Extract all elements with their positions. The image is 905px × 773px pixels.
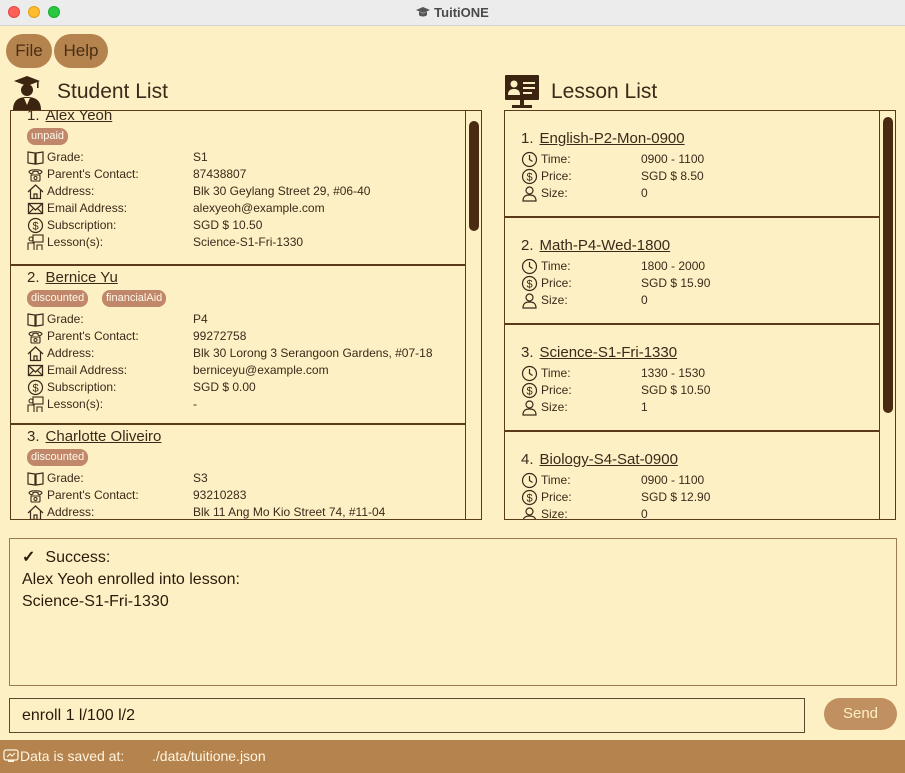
student-name: Charlotte Oliveiro <box>45 428 162 445</box>
lesson-list[interactable]: 1. English-P2-Mon-0900 Time: 0900 - 1100 P… <box>504 110 896 520</box>
student-icon <box>13 76 41 110</box>
book-icon <box>27 311 44 328</box>
phone-icon <box>27 166 44 183</box>
lesson-index: 3. <box>521 344 534 361</box>
lesson-list-scrollbar[interactable] <box>879 111 895 519</box>
book-icon <box>27 149 44 166</box>
student-card[interactable]: 3. Charlotte Oliveiro discounted Grade: S3… <box>11 425 466 520</box>
book-icon <box>27 470 44 487</box>
save-status-icon <box>3 749 19 762</box>
person-icon <box>521 399 538 416</box>
window-titlebar: TuitiONE <box>0 0 905 26</box>
lesson-name: Biology-S4-Sat-0900 <box>539 451 678 468</box>
clock-icon <box>521 258 538 275</box>
result-display: ✓ Success: Alex Yeoh enrolled into lesson… <box>9 538 897 686</box>
save-location-label: Data is saved at: <box>20 748 125 764</box>
dollar-icon <box>27 217 44 234</box>
lesson-card[interactable]: 2. Math-P4-Wed-1800 Time: 1800 - 2000 Pric… <box>505 218 879 325</box>
student-index: 3. <box>27 428 40 445</box>
phone-icon <box>27 328 44 345</box>
phone-icon <box>27 487 44 504</box>
lesson-name: Math-P4-Wed-1800 <box>539 237 671 254</box>
student-card[interactable]: 2. Bernice Yu discounted financialAid Gra… <box>11 266 466 425</box>
result-status: Success: <box>45 549 111 566</box>
person-icon <box>521 185 538 202</box>
lesson-card[interactable]: 3. Science-S1-Fri-1330 Time: 1330 - 1530 P… <box>505 325 879 432</box>
clock-icon <box>521 365 538 382</box>
student-list-header: Student List <box>10 74 480 110</box>
student-list-scrollbar[interactable] <box>465 111 481 519</box>
house-icon <box>27 183 44 200</box>
student-list[interactable]: 1. Alex Yeoh unpaid Grade: S1 Parent's Con… <box>10 110 482 520</box>
dollar-icon <box>521 489 538 506</box>
command-input[interactable]: enroll 1 l/100 l/2 <box>9 698 805 733</box>
student-card[interactable]: 1. Alex Yeoh unpaid Grade: S1 Parent's Con… <box>11 110 466 266</box>
envelope-icon <box>27 362 44 379</box>
send-button[interactable]: Send <box>824 698 897 730</box>
lesson-name: English-P2-Mon-0900 <box>539 130 685 147</box>
class-icon <box>27 234 44 251</box>
file-menu[interactable]: File <box>6 34 52 68</box>
dollar-icon <box>27 379 44 396</box>
save-location-path: ./data/tuitione.json <box>152 748 266 764</box>
lesson-list-title: Lesson List <box>551 80 658 103</box>
tag-badge: discounted <box>27 449 89 466</box>
dollar-icon <box>521 382 538 399</box>
status-bar: Data is saved at: ./data/tuitione.json <box>0 740 905 773</box>
success-check-icon: ✓ <box>22 549 36 566</box>
tag-badge: financialAid <box>102 290 167 307</box>
person-icon <box>521 506 538 520</box>
envelope-icon <box>27 200 44 217</box>
lesson-card[interactable]: 1. English-P2-Mon-0900 Time: 0900 - 1100 P… <box>505 111 879 218</box>
tag-badge: discounted <box>27 290 89 307</box>
dollar-icon <box>521 275 538 292</box>
result-message-line: Science-S1-Fri-1330 <box>22 593 169 610</box>
graduation-cap-icon <box>416 7 431 17</box>
lesson-list-scroll-thumb[interactable] <box>883 117 893 413</box>
student-list-title: Student List <box>57 80 168 103</box>
help-menu[interactable]: Help <box>54 34 108 68</box>
lesson-board-icon <box>505 75 539 108</box>
lesson-index: 1. <box>521 130 534 147</box>
class-icon <box>27 396 44 413</box>
clock-icon <box>521 472 538 489</box>
student-index: 2. <box>27 269 40 286</box>
student-index: 1. <box>27 110 40 124</box>
dollar-icon <box>521 168 538 185</box>
result-message-line: Alex Yeoh enrolled into lesson: <box>22 571 240 588</box>
clock-icon <box>521 151 538 168</box>
house-icon <box>27 504 44 520</box>
house-icon <box>27 345 44 362</box>
lesson-name: Science-S1-Fri-1330 <box>539 344 678 361</box>
window-title: TuitiONE <box>434 5 489 20</box>
lesson-card[interactable]: 4. Biology-S4-Sat-0900 Time: 0900 - 1100 P… <box>505 432 879 520</box>
lesson-index: 4. <box>521 451 534 468</box>
lesson-index: 2. <box>521 237 534 254</box>
person-icon <box>521 292 538 309</box>
student-list-scroll-thumb[interactable] <box>469 121 479 231</box>
lesson-list-header: Lesson List <box>504 74 896 110</box>
tag-badge: unpaid <box>27 128 69 145</box>
student-name: Alex Yeoh <box>45 110 113 124</box>
student-name: Bernice Yu <box>45 269 118 286</box>
